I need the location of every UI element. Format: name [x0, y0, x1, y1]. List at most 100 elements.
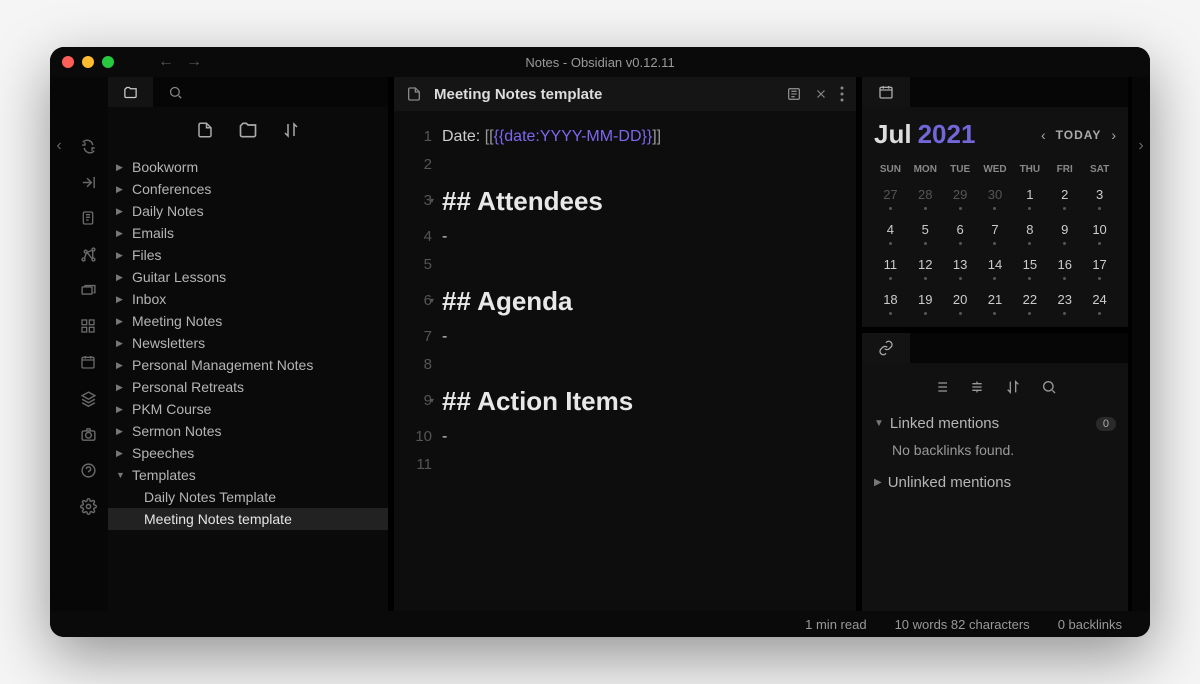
folder-item[interactable]: ▶Guitar Lessons	[108, 266, 388, 288]
folder-item[interactable]: ▶Speeches	[108, 442, 388, 464]
folder-item[interactable]: ▶Files	[108, 244, 388, 266]
folder-item[interactable]: ▶Personal Management Notes	[108, 354, 388, 376]
calendar-day[interactable]: 14	[979, 255, 1012, 280]
nav-back-icon[interactable]: ←	[158, 53, 174, 71]
maximize-window-button[interactable]	[102, 56, 114, 68]
fold-icon[interactable]: ▾	[430, 179, 434, 223]
tab-search[interactable]	[153, 77, 198, 107]
unlinked-mentions-header[interactable]: ▶ Unlinked mentions	[874, 468, 1116, 497]
calendar-panel: Jul 2021 ‹ TODAY › SUNMONTUEWEDTHUFRISAT…	[862, 107, 1128, 327]
folder-item[interactable]: ▶Meeting Notes	[108, 310, 388, 332]
folder-item[interactable]: ▶PKM Course	[108, 398, 388, 420]
calendar-day[interactable]: 16	[1048, 255, 1081, 280]
editor-pane: Meeting Notes template 1 2 3▾ 4 5 6▾ 7 8…	[394, 77, 856, 611]
sort-icon[interactable]	[282, 121, 300, 139]
close-window-button[interactable]	[62, 56, 74, 68]
calendar-day[interactable]: 9	[1048, 220, 1081, 245]
app-window: ← → Notes - Obsidian v0.12.11 ‹	[50, 47, 1150, 637]
calendar-day[interactable]: 8	[1013, 220, 1046, 245]
help-icon[interactable]	[79, 461, 97, 479]
folder-item[interactable]: ▶Daily Notes	[108, 200, 388, 222]
folder-label: Inbox	[132, 291, 166, 307]
editor-content[interactable]: 1 2 3▾ 4 5 6▾ 7 8 9▾ 10 11 Date: [[{{dat…	[394, 111, 856, 611]
chevron-left-icon: ‹	[56, 137, 61, 155]
calendar-day[interactable]: 1	[1013, 185, 1046, 210]
editor-text[interactable]: Date: [[{{date:YYYY-MM-DD}}]] ## Attende…	[442, 123, 856, 611]
calendar-day[interactable]: 27	[874, 185, 907, 210]
new-note-icon[interactable]	[196, 121, 214, 139]
calendar-day[interactable]: 24	[1083, 290, 1116, 315]
folder-item[interactable]: ▶Personal Retreats	[108, 376, 388, 398]
fold-icon[interactable]: ▾	[430, 279, 434, 323]
layers-icon[interactable]	[79, 389, 97, 407]
file-item[interactable]: Meeting Notes template	[108, 508, 388, 530]
grid-icon[interactable]	[79, 317, 97, 335]
calendar-day[interactable]: 18	[874, 290, 907, 315]
calendar-day[interactable]: 20	[944, 290, 977, 315]
calendar-day[interactable]: 19	[909, 290, 942, 315]
calendar-day[interactable]: 23	[1048, 290, 1081, 315]
folder-label: Speeches	[132, 445, 194, 461]
calendar-day[interactable]: 4	[874, 220, 907, 245]
calendar-day[interactable]: 22	[1013, 290, 1046, 315]
calendar-day[interactable]: 17	[1083, 255, 1116, 280]
search-backlinks-icon[interactable]	[1041, 379, 1057, 395]
calendar-day[interactable]: 6	[944, 220, 977, 245]
folder-item[interactable]: ▶Conferences	[108, 178, 388, 200]
minimize-window-button[interactable]	[82, 56, 94, 68]
nav-forward-icon[interactable]: →	[186, 53, 202, 71]
folder-item[interactable]: ▶Inbox	[108, 288, 388, 310]
tab-backlinks[interactable]	[862, 333, 910, 363]
file-item[interactable]: Daily Notes Template	[108, 486, 388, 508]
calendar-dow: TUE	[944, 164, 977, 175]
folder-item[interactable]: ▶Sermon Notes	[108, 420, 388, 442]
left-collapse-handle[interactable]: ‹	[50, 77, 68, 611]
calendar-day[interactable]: 21	[979, 290, 1012, 315]
cards-icon[interactable]	[79, 281, 97, 299]
more-icon[interactable]	[840, 86, 844, 102]
calendar-day[interactable]: 15	[1013, 255, 1046, 280]
folder-item[interactable]: ▼Templates	[108, 464, 388, 486]
backlinks-toolbar	[874, 373, 1116, 409]
notebook-icon[interactable]	[79, 209, 97, 227]
calendar-day[interactable]: 2	[1048, 185, 1081, 210]
fold-icon[interactable]: ▾	[430, 379, 434, 423]
right-collapse-handle[interactable]: ›	[1132, 77, 1150, 611]
sync-icon[interactable]	[79, 137, 97, 155]
folder-item[interactable]: ▶Bookworm	[108, 156, 388, 178]
folder-item[interactable]: ▶Newsletters	[108, 332, 388, 354]
calendar-icon[interactable]	[79, 353, 97, 371]
camera-icon[interactable]	[79, 425, 97, 443]
traffic-lights	[50, 56, 114, 68]
main-body: ‹	[50, 77, 1150, 611]
today-button[interactable]: TODAY	[1056, 128, 1102, 142]
new-folder-icon[interactable]	[238, 120, 258, 140]
calendar-day[interactable]: 28	[909, 185, 942, 210]
prev-month-icon[interactable]: ‹	[1041, 127, 1046, 143]
sort-backlinks-icon[interactable]	[1005, 379, 1021, 395]
tab-files[interactable]	[108, 77, 153, 107]
calendar-day[interactable]: 11	[874, 255, 907, 280]
chevron-right-icon: ▶	[116, 382, 126, 393]
next-month-icon[interactable]: ›	[1111, 127, 1116, 143]
calendar-day[interactable]: 29	[944, 185, 977, 210]
preview-icon[interactable]	[786, 86, 802, 102]
tab-calendar[interactable]	[862, 77, 910, 107]
folder-label: PKM Course	[132, 401, 211, 417]
calendar-day[interactable]: 7	[979, 220, 1012, 245]
calendar-day[interactable]: 5	[909, 220, 942, 245]
calendar-day[interactable]: 13	[944, 255, 977, 280]
context-icon[interactable]	[969, 379, 985, 395]
close-tab-icon[interactable]	[814, 87, 828, 101]
calendar-day[interactable]: 3	[1083, 185, 1116, 210]
folder-item[interactable]: ▶Emails	[108, 222, 388, 244]
titlebar: ← → Notes - Obsidian v0.12.11	[50, 47, 1150, 77]
calendar-day[interactable]: 30	[979, 185, 1012, 210]
settings-icon[interactable]	[79, 497, 97, 515]
collapse-all-icon[interactable]	[933, 379, 949, 395]
calendar-day[interactable]: 10	[1083, 220, 1116, 245]
graph-icon[interactable]	[79, 245, 97, 263]
calendar-day[interactable]: 12	[909, 255, 942, 280]
switcher-icon[interactable]	[79, 173, 97, 191]
linked-mentions-header[interactable]: ▼ Linked mentions 0	[874, 409, 1116, 438]
